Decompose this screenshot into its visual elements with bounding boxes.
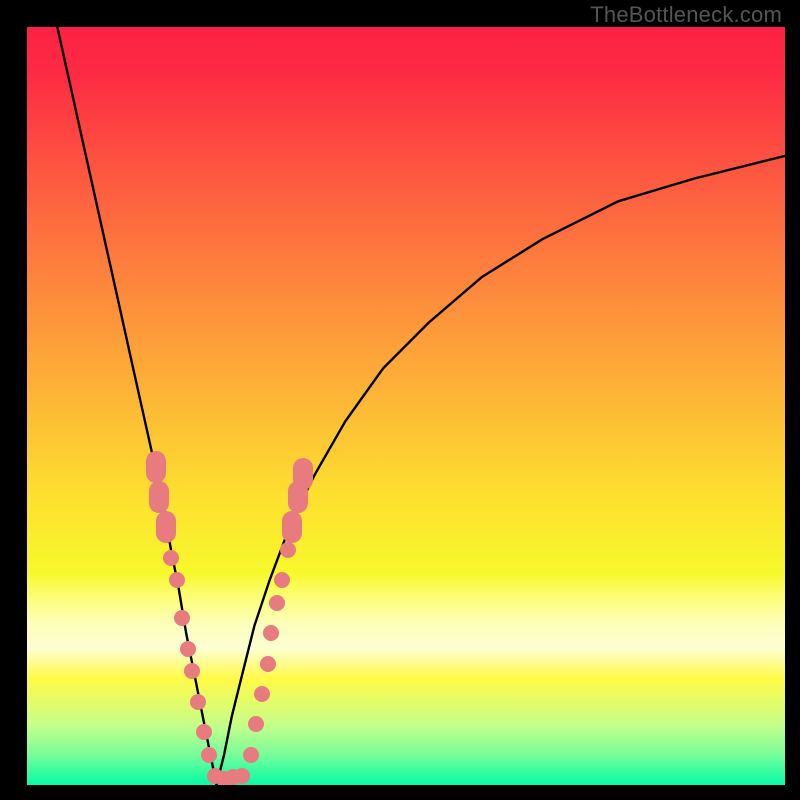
highlight-dot [163, 550, 179, 566]
highlight-dot [146, 451, 166, 483]
bottleneck-curve [27, 27, 785, 785]
highlight-dot [274, 572, 290, 588]
highlight-dot [180, 641, 196, 657]
highlight-dot [149, 481, 169, 513]
plot-area [27, 27, 785, 785]
highlight-dot [190, 694, 206, 710]
highlight-dot [282, 511, 302, 543]
highlight-dot [293, 458, 313, 490]
highlight-dot [201, 747, 217, 763]
highlight-dot [260, 656, 276, 672]
highlight-dot [243, 747, 259, 763]
highlight-dot [280, 542, 296, 558]
watermark-text: TheBottleneck.com [590, 2, 782, 28]
highlight-dot [254, 686, 270, 702]
highlight-dot [156, 511, 176, 543]
